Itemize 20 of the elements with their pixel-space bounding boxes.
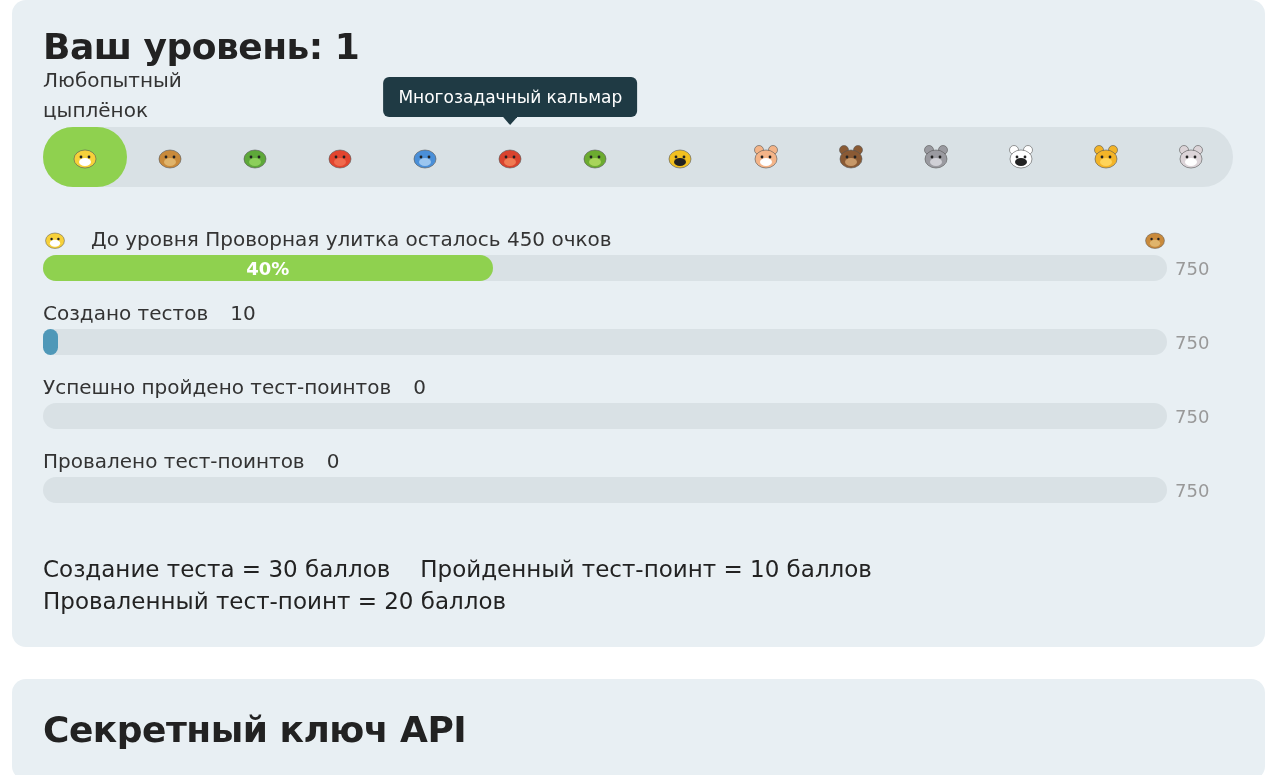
next-level-text: До уровня Проворная улитка осталось 450 очков	[91, 227, 612, 251]
stat-value: 0	[413, 375, 426, 399]
stat-max: 750	[1175, 405, 1210, 427]
stat-max: 750	[1175, 479, 1210, 501]
api-title: Секретный ключ API	[43, 709, 468, 751]
stat-label: Провалено тест-поинтов	[43, 449, 305, 473]
tooltip-pointer-icon	[503, 117, 518, 125]
stat-max: 750	[1175, 331, 1210, 353]
tooltip: Многозадачный кальмар	[383, 77, 638, 117]
scoring-rule: Проваленный тест-поинт = 20 баллов	[43, 587, 507, 617]
scoring-rule: Создание теста = 30 баллов	[43, 555, 391, 584]
scoring-rule: Пройденный тест-поинт = 10 баллов	[420, 555, 872, 584]
stat-label: Создано тестов	[43, 301, 209, 325]
stat-value: 10	[230, 301, 256, 325]
level-name: Любопытный цыплёнок	[43, 67, 183, 124]
level-title: Ваш уровень: 1	[43, 26, 361, 67]
stat-value: 0	[326, 449, 340, 473]
progress-percent: 40%	[246, 257, 290, 279]
progress-max: 750	[1175, 257, 1210, 279]
stat-label: Успешно пройдено тест-поинтов	[43, 375, 392, 399]
